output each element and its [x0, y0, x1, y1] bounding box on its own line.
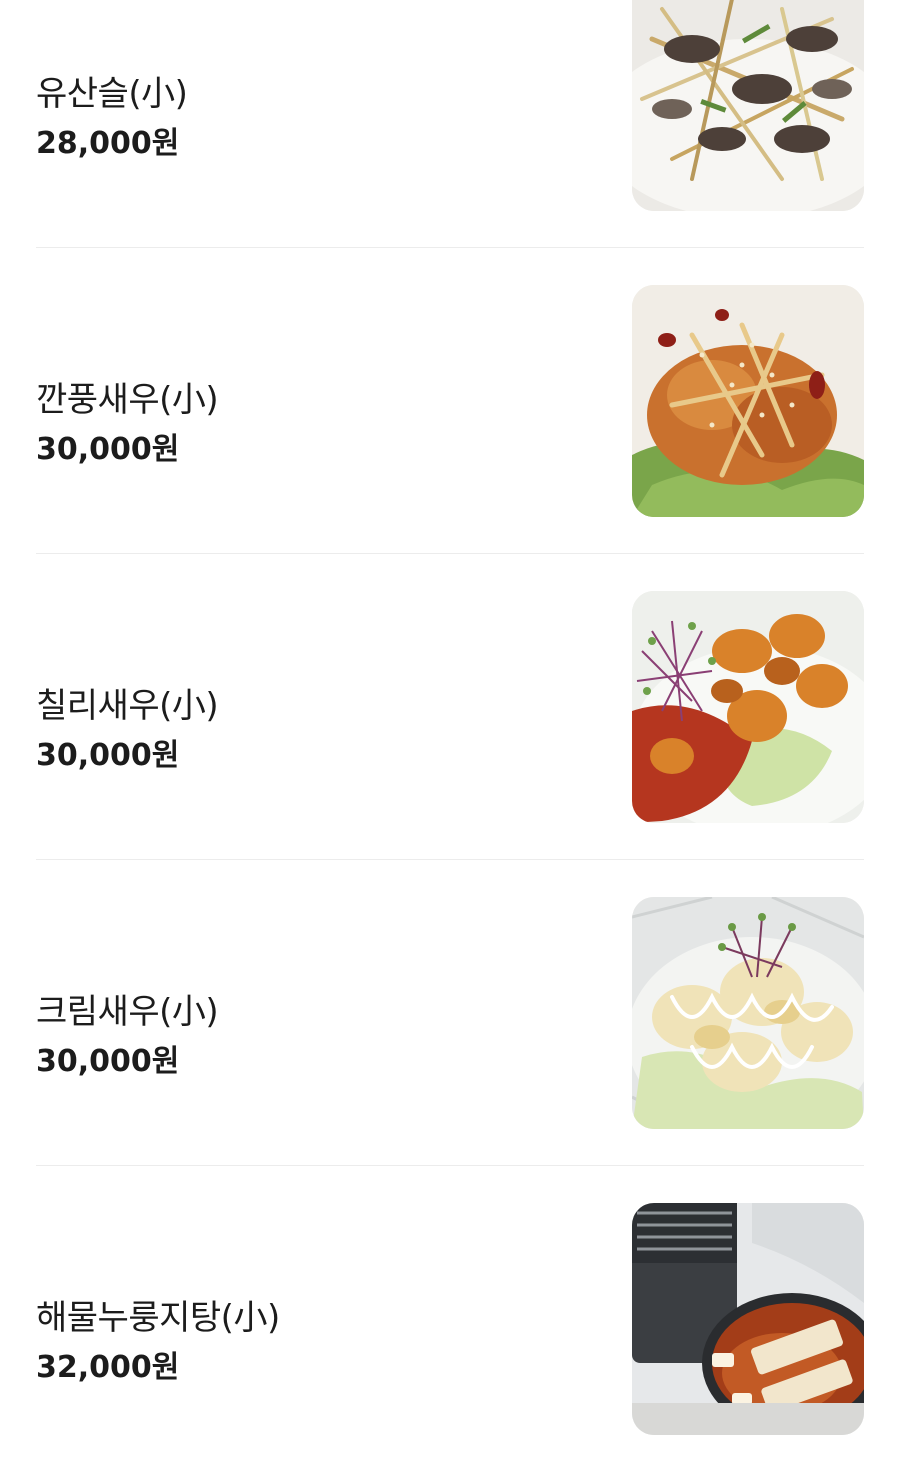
seafood-nurungji-soup-image [632, 1203, 864, 1435]
menu-item-text: 칠리새우(小) 30,000원 [36, 684, 596, 776]
menu-item-kkanpung-shrimp[interactable]: 깐풍새우(小) 30,000원 [36, 248, 864, 554]
menu-item-text: 크림새우(小) 30,000원 [36, 990, 596, 1082]
yusanseul-dish-photo[interactable] [632, 0, 864, 211]
menu-item-cream-shrimp[interactable]: 크림새우(小) 30,000원 [36, 860, 864, 1166]
menu-item-name: 칠리새우(小) [36, 686, 219, 726]
chili-shrimp-dish-image [632, 591, 864, 823]
chili-shrimp-dish-photo[interactable] [632, 591, 864, 823]
kkanpung-shrimp-dish-photo[interactable] [632, 285, 864, 517]
cream-shrimp-dish-photo[interactable] [632, 897, 864, 1129]
menu-item-name: 깐풍새우(小) [36, 380, 219, 420]
menu-item-price: 30,000원 [36, 738, 180, 773]
menu-item-name: 크림새우(小) [36, 992, 219, 1032]
menu-item-text: 유산슬(小) 28,000원 [36, 72, 596, 164]
cream-shrimp-dish-image [632, 897, 864, 1129]
menu-list: 유산슬(小) 28,000원 깐풍새우(小) 30,000원 칠리새우(小) 3… [36, 0, 864, 1472]
menu-item-price: 28,000원 [36, 126, 180, 161]
menu-item-name: 유산슬(小) [36, 74, 188, 114]
menu-item-price: 32,000원 [36, 1350, 180, 1385]
menu-item-text: 해물누룽지탕(小) 32,000원 [36, 1296, 596, 1388]
menu-item-chili-shrimp[interactable]: 칠리새우(小) 30,000원 [36, 554, 864, 860]
menu-item-seafood-nurungji-soup[interactable]: 해물누룽지탕(小) 32,000원 [36, 1166, 864, 1472]
menu-item-price: 30,000원 [36, 1044, 180, 1079]
kkanpung-shrimp-dish-image [632, 285, 864, 517]
menu-item-name: 해물누룽지탕(小) [36, 1298, 280, 1338]
menu-item-price: 30,000원 [36, 432, 180, 467]
yusanseul-dish-image [632, 0, 864, 211]
seafood-nurungji-soup-photo[interactable] [632, 1203, 864, 1435]
menu-item-yusanseul[interactable]: 유산슬(小) 28,000원 [36, 0, 864, 248]
menu-item-text: 깐풍새우(小) 30,000원 [36, 378, 596, 470]
